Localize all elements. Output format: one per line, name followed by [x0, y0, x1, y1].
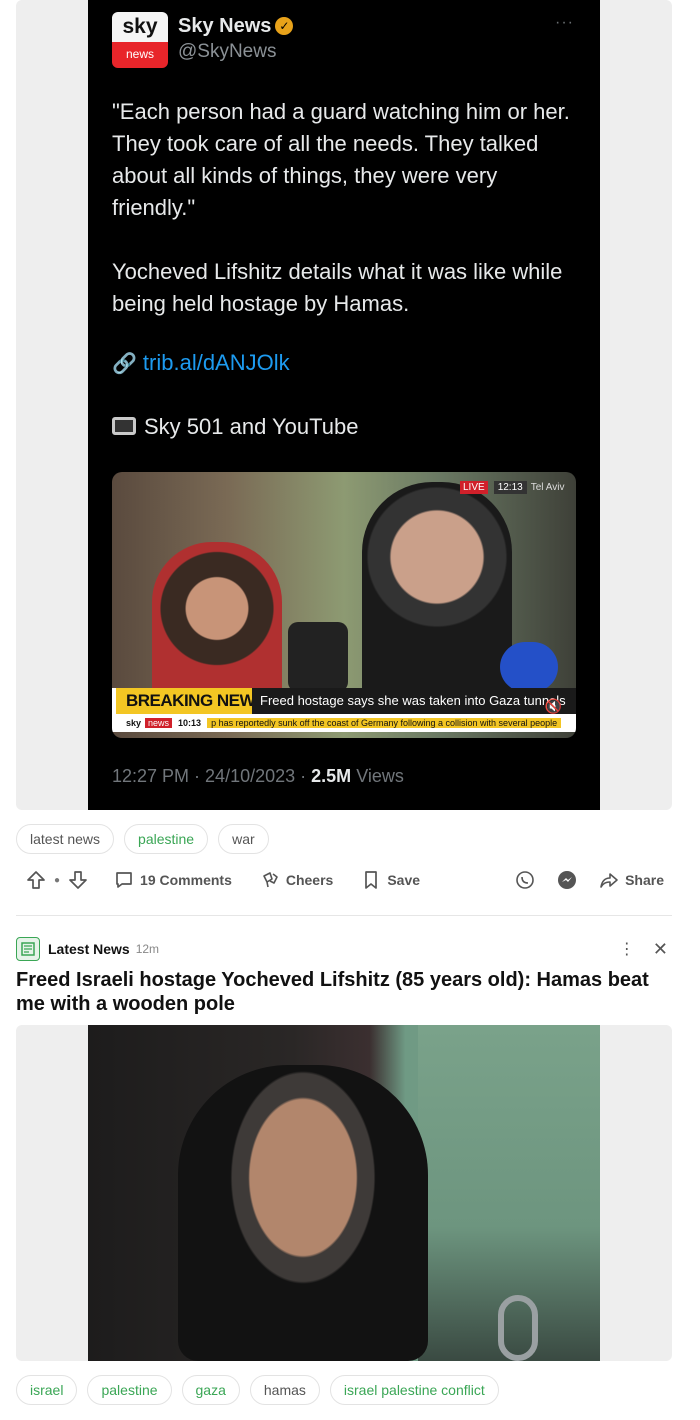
tweet-link: 🔗 trib.al/dANJOlk — [112, 350, 290, 376]
account-name-text: Sky News — [178, 15, 272, 37]
tag-war[interactable]: war — [218, 824, 269, 854]
tweet-views-label: Views — [356, 766, 404, 786]
tag-latest-news[interactable]: latest news — [16, 824, 115, 854]
woman-portrait-shape — [178, 1065, 428, 1361]
logo-text-sky: sky — [112, 12, 168, 42]
comments-button[interactable]: 19 Comments — [114, 870, 232, 890]
bookmark-icon — [365, 871, 378, 889]
mute-icon: 🔇 — [544, 698, 562, 714]
save-button[interactable]: Save — [361, 870, 420, 890]
link-text: trib.al/dANJOlk — [142, 350, 290, 375]
tag-hamas[interactable]: hamas — [249, 1375, 320, 1405]
share-label: Share — [625, 872, 664, 888]
cheers-label: Cheers — [285, 872, 334, 888]
post-divider — [16, 915, 672, 916]
newspaper-icon[interactable] — [16, 937, 40, 961]
ticker-time: 10:13 — [178, 718, 202, 728]
cheers-glass-icon — [263, 872, 278, 888]
microphone-blue-shape — [500, 642, 558, 692]
wheelchair-handle-shape — [498, 1295, 538, 1361]
sky-news-logo: sky news — [112, 12, 168, 68]
news-video-thumbnail: LIVE 12:13 Tel Aviv BREAKING NEWS Freed ho… — [112, 472, 576, 738]
comments-label: 19 Comments — [140, 872, 232, 888]
share-arrow-icon — [600, 873, 618, 888]
comment-icon — [116, 872, 132, 888]
tag-israel-palestine-conflict[interactable]: israel palestine conflict — [329, 1375, 499, 1405]
live-indicator: LIVE 12:13 Tel Aviv — [460, 481, 565, 494]
whatsapp-share-button[interactable] — [515, 870, 535, 890]
whatsapp-icon — [516, 871, 534, 889]
logo-text-news: news — [112, 42, 168, 68]
breaking-headline: Freed hostage says she was taken into Ga… — [252, 688, 576, 714]
newspaper-glyph-icon — [21, 942, 35, 956]
tag-israel[interactable]: israel — [16, 1375, 78, 1405]
cheers-button[interactable]: Cheers — [260, 870, 333, 890]
breaking-news-bar: BREAKING NEWS Freed hostage says she was… — [112, 688, 576, 714]
post-image-frame[interactable] — [16, 1025, 672, 1361]
save-label: Save — [387, 872, 421, 888]
more-options-icon[interactable]: ⋮ — [619, 939, 635, 959]
ticker-brand: sky — [126, 718, 142, 728]
close-icon[interactable]: ✕ — [653, 939, 668, 960]
tag-palestine[interactable]: palestine — [124, 824, 209, 854]
downvote-button[interactable] — [68, 870, 88, 890]
post-photo — [88, 1025, 600, 1361]
tweet-account-name: Sky News ✓ — [178, 15, 294, 38]
news-ticker: sky news 10:13 p has reportedly sunk off th… — [112, 714, 576, 732]
tag-gaza[interactable]: gaza — [181, 1375, 240, 1405]
share-button[interactable]: Share — [599, 870, 664, 890]
channel-text: Sky 501 and YouTube — [144, 414, 359, 439]
source-name[interactable]: Latest News — [48, 941, 130, 957]
verified-badge-icon: ✓ — [275, 17, 294, 35]
microphone-shape — [288, 622, 348, 692]
ticker-news-tag: news — [145, 718, 173, 728]
ticker-text: p has reportedly sunk off the coast of G… — [207, 718, 562, 728]
post-tags: latest news palestine war — [16, 824, 269, 854]
messenger-icon — [558, 871, 577, 889]
tweet-views-count: 2.5M — [311, 766, 352, 786]
post-header: Latest News 12m ⋮ ✕ — [16, 936, 672, 962]
tweet-time: 12:27 PM — [112, 766, 190, 786]
post-media-frame[interactable]: sky news Sky News ✓ @SkyNews ··· "Each pe… — [16, 0, 672, 810]
upvote-button[interactable] — [26, 870, 46, 890]
upvote-arrow-icon — [27, 871, 45, 889]
more-icon: ··· — [555, 14, 574, 31]
live-location: Tel Aviv — [530, 482, 565, 493]
tweet-meta: 12:27 PM · 24/10/2023 · 2.5M Views — [112, 766, 404, 786]
tweet-date: 24/10/2023 — [205, 766, 296, 786]
share-actions: Share — [515, 870, 664, 890]
messenger-share-button[interactable] — [557, 870, 577, 890]
tweet-handle: @SkyNews — [178, 41, 277, 62]
live-label: LIVE — [460, 481, 488, 494]
tweet-channel: Sky 501 and YouTube — [112, 414, 358, 440]
tweet-quote-text: "Each person had a guard watching him or… — [112, 99, 570, 220]
post-title[interactable]: Freed Israeli hostage Yocheved Lifshitz … — [16, 968, 676, 1016]
link-icon: 🔗 — [112, 353, 137, 375]
post-tags: israel palestine gaza hamas israel pales… — [16, 1375, 499, 1405]
tweet-description: Yocheved Lifshitz details what it was li… — [112, 259, 563, 316]
live-time: 12:13 — [493, 481, 527, 494]
television-icon — [112, 417, 136, 435]
post-time: 12m — [135, 942, 160, 956]
post-action-bar: ● 19 Comments Cheers Save Share — [16, 862, 672, 898]
downvote-arrow-icon — [69, 871, 87, 889]
tweet-screenshot: sky news Sky News ✓ @SkyNews ··· "Each pe… — [88, 0, 600, 810]
vote-separator: ● — [54, 874, 61, 886]
tag-palestine[interactable]: palestine — [87, 1375, 172, 1405]
